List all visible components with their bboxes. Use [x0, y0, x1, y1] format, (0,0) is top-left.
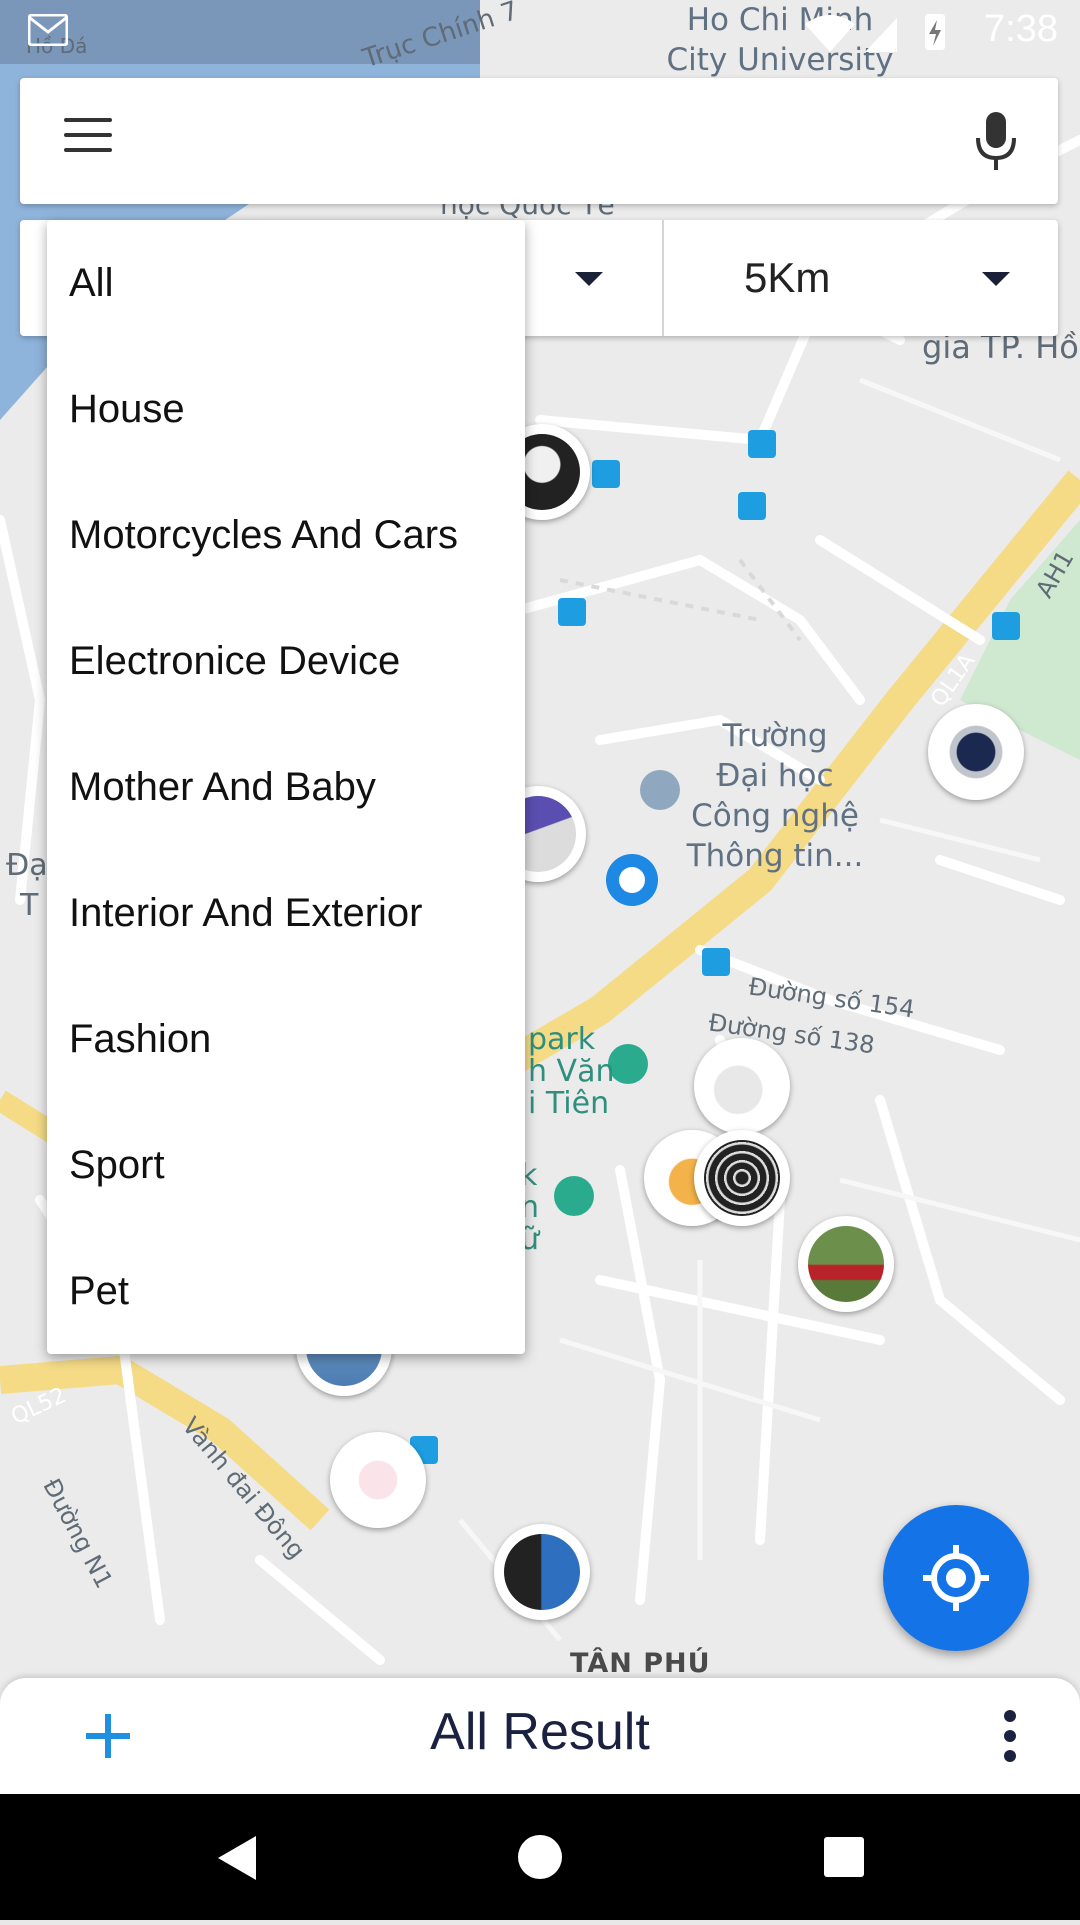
wifi-icon	[805, 15, 855, 52]
hamburger-menu-icon[interactable]	[64, 118, 112, 164]
bottom-bar: All Result	[0, 1678, 1080, 1794]
gmail-icon	[28, 14, 68, 46]
back-button[interactable]	[176, 1794, 296, 1920]
dropdown-item-all[interactable]: All	[69, 220, 509, 346]
back-icon	[218, 1836, 256, 1880]
search-bar	[20, 78, 1058, 204]
product-pin-tire[interactable]	[694, 1130, 790, 1226]
signal-icon	[865, 18, 897, 52]
dropdown-item-interior-and-exterior[interactable]: Interior And Exterior	[69, 850, 509, 976]
category-dropdown-menu: All House Motorcycles And Cars Electroni…	[47, 220, 525, 1354]
product-pin-mug[interactable]	[330, 1432, 426, 1528]
chevron-down-icon	[575, 272, 603, 286]
dropdown-item-house[interactable]: House	[69, 346, 509, 472]
recents-icon	[824, 1837, 864, 1877]
dropdown-item-pet[interactable]: Pet	[69, 1228, 509, 1354]
chevron-down-icon	[982, 272, 1010, 286]
dropdown-item-sport[interactable]: Sport	[69, 1102, 509, 1228]
dropdown-item-mother-and-baby[interactable]: Mother And Baby	[69, 724, 509, 850]
recents-button[interactable]	[784, 1794, 904, 1920]
dropdown-item-fashion[interactable]: Fashion	[69, 976, 509, 1102]
status-time: 7:38	[984, 8, 1058, 50]
home-button[interactable]	[480, 1794, 600, 1920]
map-label-tp: T	[20, 888, 39, 923]
my-location-icon	[923, 1545, 989, 1611]
map-label-park: park h Văn i Tiên	[528, 1022, 615, 1121]
product-pin-battery[interactable]	[494, 1524, 590, 1620]
navigation-bar	[0, 1794, 1080, 1920]
map-label-truong: Trường Đại học Công nghệ Thông tin...	[686, 718, 864, 874]
dropdown-item-motorcycles-and-cars[interactable]: Motorcycles And Cars	[69, 472, 509, 598]
distance-select[interactable]: 5Km	[664, 220, 1058, 336]
status-bar: 7:38	[0, 0, 1080, 63]
dropdown-item-electronic-device[interactable]: Electronice Device	[69, 598, 509, 724]
map-label-dai: Đạ	[6, 848, 48, 883]
product-pin-scooter[interactable]	[694, 1038, 790, 1134]
distance-value: 5Km	[744, 254, 831, 301]
more-options-icon[interactable]	[1000, 1708, 1020, 1764]
results-title: All Result	[430, 1703, 650, 1761]
map-label-tan-phu: TÂN PHÚ	[570, 1648, 711, 1679]
status-icons	[805, 10, 955, 59]
product-pin-motorbike[interactable]	[798, 1216, 894, 1312]
product-pin-watch[interactable]	[928, 704, 1024, 800]
microphone-icon[interactable]	[974, 112, 1018, 172]
search-input[interactable]	[150, 108, 974, 176]
my-location-button[interactable]	[883, 1505, 1029, 1651]
home-icon	[518, 1835, 562, 1879]
